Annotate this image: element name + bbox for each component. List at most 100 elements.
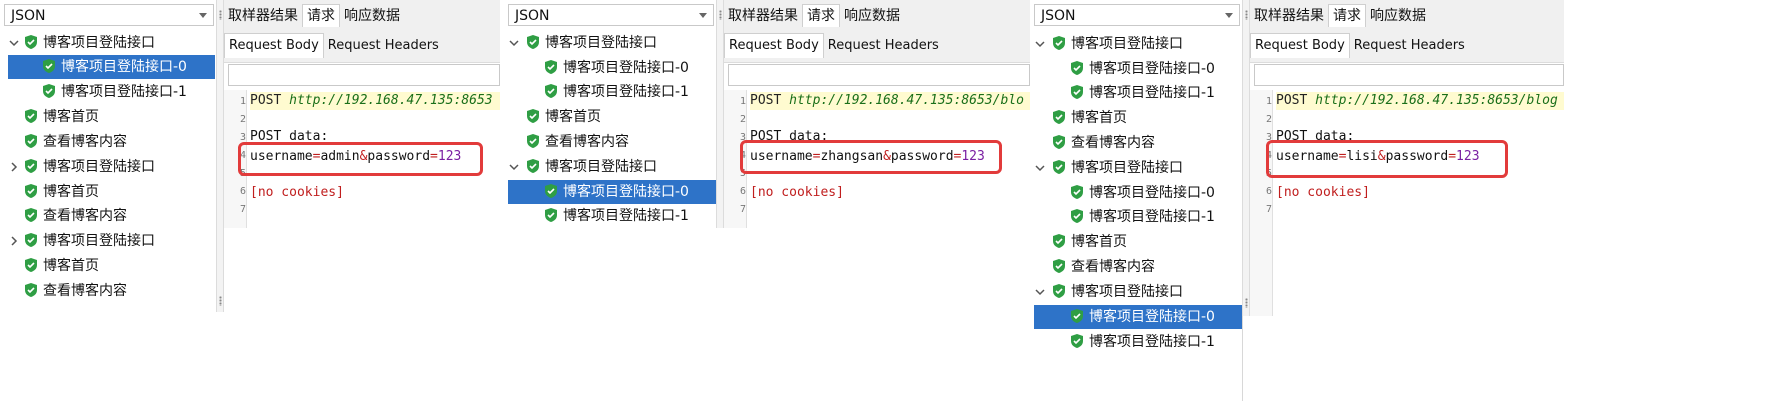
- tree-node[interactable]: 博客项目登陆接口: [508, 31, 716, 55]
- tree-node[interactable]: 博客项目登陆接口-0: [1034, 181, 1242, 205]
- line-number: 7: [1265, 204, 1272, 215]
- shield-check-icon: [527, 35, 539, 49]
- tree-node[interactable]: 博客项目登陆接口-0: [508, 56, 716, 80]
- chevron-down-icon[interactable]: [1034, 38, 1046, 50]
- chevron-right-icon[interactable]: [8, 235, 20, 247]
- tree-node[interactable]: 查看博客内容: [8, 204, 218, 228]
- splitter-grip: [719, 10, 722, 20]
- chevron-down-icon[interactable]: [8, 37, 20, 49]
- subtab-bar: Request Body Request Headers: [1250, 33, 1469, 58]
- code-line-request: POST http://192.168.47.135:8653/blog: [1276, 92, 1564, 110]
- tree-node[interactable]: 博客首页: [1034, 106, 1242, 130]
- tab-request[interactable]: 请求: [302, 4, 340, 27]
- line-number: 7: [239, 204, 246, 215]
- code-line-cookies: [no cookies]: [1276, 185, 1370, 200]
- tree-node[interactable]: 博客项目登陆接口-1: [1034, 205, 1242, 229]
- subtab-request-body[interactable]: Request Body: [224, 33, 324, 58]
- shield-check-icon: [1053, 160, 1065, 174]
- subtab-request-body[interactable]: Request Body: [724, 33, 824, 58]
- code-line-request: POST http://192.168.47.135:8653/blo: [750, 92, 1030, 110]
- pane-splitter[interactable]: [1242, 0, 1250, 316]
- tab-response-data[interactable]: 响应数据: [1366, 5, 1430, 27]
- line-number: 7: [739, 204, 746, 215]
- chevron-down-icon[interactable]: [1034, 286, 1046, 298]
- chevron-down-icon[interactable]: [508, 161, 520, 173]
- search-input[interactable]: [728, 64, 1030, 86]
- tree-node-selected[interactable]: 博客项目登陆接口-0: [1034, 305, 1242, 329]
- renderer-dropdown[interactable]: JSON: [4, 4, 214, 26]
- tree-node-selected[interactable]: 博客项目登陆接口-0: [508, 180, 716, 204]
- shield-check-icon: [43, 59, 55, 73]
- search-input[interactable]: [228, 64, 500, 86]
- shield-check-icon: [1071, 85, 1083, 99]
- shield-check-icon: [1053, 234, 1065, 248]
- tree-node[interactable]: 博客项目登陆接口: [8, 155, 218, 179]
- line-number: 1: [1265, 96, 1272, 107]
- tree-node[interactable]: 博客项目登陆接口-1: [8, 80, 218, 104]
- renderer-dropdown[interactable]: JSON: [1034, 4, 1240, 26]
- tree-node[interactable]: 博客项目登陆接口: [1034, 32, 1242, 56]
- subtab-request-headers[interactable]: Request Headers: [824, 34, 943, 58]
- tree-node[interactable]: 博客首页: [8, 180, 218, 204]
- tab-request[interactable]: 请求: [802, 4, 840, 27]
- tree-node[interactable]: 查看博客内容: [1034, 131, 1242, 155]
- subtab-request-headers[interactable]: Request Headers: [1350, 34, 1469, 58]
- tab-request[interactable]: 请求: [1328, 4, 1366, 27]
- subtab-bar: Request Body Request Headers: [724, 33, 943, 58]
- shield-check-icon: [545, 208, 557, 222]
- tree-node[interactable]: 查看博客内容: [508, 130, 716, 154]
- tree-node[interactable]: 博客首页: [8, 254, 218, 278]
- tree-node[interactable]: 查看博客内容: [8, 279, 218, 303]
- tree-node[interactable]: 博客项目登陆接口-1: [508, 80, 716, 104]
- highlight-box: [1266, 140, 1508, 178]
- line-gutter: 1 2 3 4 5 6 7: [1250, 90, 1273, 316]
- result-tree-1: JSON 博客项目登陆接口 博客项目登陆接口-0 博客项目登陆接口-1 博客首页…: [0, 0, 219, 312]
- line-number: 1: [739, 96, 746, 107]
- splitter-grip: [219, 10, 222, 20]
- pane-splitter[interactable]: [216, 0, 224, 312]
- line-number: 2: [739, 114, 746, 125]
- tree-node[interactable]: 博客项目登陆接口: [8, 31, 218, 55]
- tab-sampler-result[interactable]: 取样器结果: [224, 5, 302, 27]
- chevron-down-icon: [1225, 13, 1233, 18]
- tree-node[interactable]: 博客项目登陆接口: [8, 229, 218, 253]
- request-view-1: 取样器结果 请求 响应数据 Request Body Request Headers …: [224, 0, 500, 228]
- shield-check-icon: [25, 184, 37, 198]
- tree-node[interactable]: 博客项目登陆接口-1: [508, 204, 716, 228]
- shield-check-icon: [1053, 259, 1065, 273]
- shield-check-icon: [1053, 110, 1065, 124]
- tab-response-data[interactable]: 响应数据: [340, 5, 404, 27]
- tree-node[interactable]: 博客首页: [8, 105, 218, 129]
- tree-node[interactable]: 博客项目登陆接口: [508, 155, 716, 179]
- tree-node[interactable]: 博客首页: [1034, 230, 1242, 254]
- chevron-down-icon[interactable]: [508, 37, 520, 49]
- tree-node[interactable]: 博客项目登陆接口: [1034, 280, 1242, 304]
- tree-node[interactable]: 博客项目登陆接口: [1034, 156, 1242, 180]
- chevron-right-icon[interactable]: [8, 161, 20, 173]
- tree-node-selected[interactable]: 博客项目登陆接口-0: [8, 55, 215, 79]
- renderer-dropdown-value: JSON: [1041, 8, 1076, 24]
- shield-check-icon: [25, 159, 37, 173]
- tab-sampler-result[interactable]: 取样器结果: [724, 5, 802, 27]
- pane-splitter[interactable]: [716, 0, 724, 228]
- search-input[interactable]: [1254, 64, 1564, 86]
- tree-node[interactable]: 查看博客内容: [1034, 255, 1242, 279]
- request-view-3: 取样器结果 请求 响应数据 Request Body Request Headers …: [1250, 0, 1564, 316]
- tree-node[interactable]: 查看博客内容: [8, 130, 218, 154]
- tree-node[interactable]: 博客项目登陆接口-0: [1034, 57, 1242, 81]
- subtab-request-body[interactable]: Request Body: [1250, 33, 1350, 58]
- tree-node[interactable]: 博客首页: [508, 105, 716, 129]
- shield-check-icon: [545, 84, 557, 98]
- renderer-dropdown[interactable]: JSON: [508, 4, 714, 26]
- renderer-dropdown-value: JSON: [515, 8, 550, 24]
- subtab-request-headers[interactable]: Request Headers: [324, 34, 443, 58]
- shield-check-icon: [25, 134, 37, 148]
- tree-node[interactable]: 博客项目登陆接口-1: [1034, 81, 1242, 105]
- tab-bar: 取样器结果 请求 响应数据: [224, 4, 404, 27]
- chevron-down-icon[interactable]: [1034, 162, 1046, 174]
- chevron-down-icon: [699, 13, 707, 18]
- shield-check-icon: [1071, 209, 1083, 223]
- tab-sampler-result[interactable]: 取样器结果: [1250, 5, 1328, 27]
- tab-response-data[interactable]: 响应数据: [840, 5, 904, 27]
- tree-node[interactable]: 博客项目登陆接口-1: [1034, 330, 1242, 354]
